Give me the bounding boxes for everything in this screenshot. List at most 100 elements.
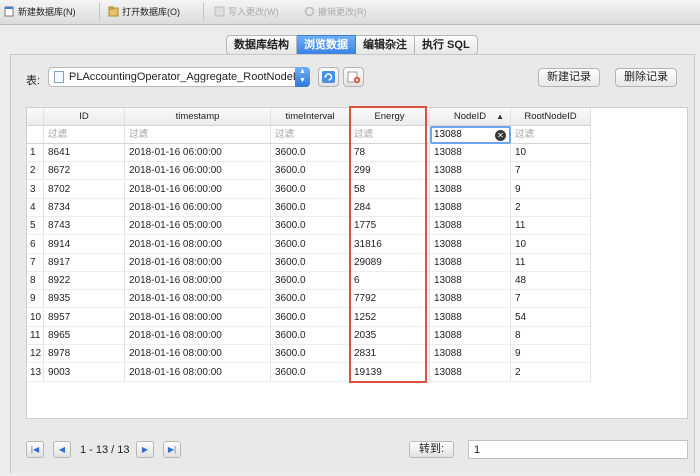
cell-id[interactable]: 8914 [44,235,125,254]
row-number[interactable]: 3 [27,180,44,199]
cell-rootnodeid[interactable]: 9 [511,345,591,364]
cell-timeinterval[interactable]: 3600.0 [271,180,350,199]
cell-nodeid[interactable]: 13088 [430,162,511,181]
table-row[interactable]: 7 8917 2018-01-16 08:00:00 3600.0 29089 13088… [27,253,687,272]
new-record-button[interactable]: 新建记录 [538,68,600,87]
column-header-timestamp[interactable]: timestamp [125,108,271,126]
table-row[interactable]: 9 8935 2018-01-16 08:00:00 3600.0 7792 13088 7 [27,290,687,309]
tab-edit-pragmas[interactable]: 编辑杂注 [356,35,415,55]
cell-timeinterval[interactable]: 3600.0 [271,345,350,364]
table-row[interactable]: 10 8957 2018-01-16 08:00:00 3600.0 1252 13088… [27,308,687,327]
cell-rootnodeid[interactable]: 11 [511,253,591,272]
cell-rootnodeid[interactable]: 10 [511,235,591,254]
cell-timeinterval[interactable]: 3600.0 [271,272,350,291]
cell-nodeid[interactable]: 13088 [430,272,511,291]
cell-energy[interactable]: 1775 [350,217,430,236]
cell-rootnodeid[interactable]: 8 [511,327,591,345]
cell-id[interactable]: 8702 [44,180,125,199]
table-row[interactable]: 3 8702 2018-01-16 06:00:00 3600.0 58 13088 9 [27,180,687,199]
cell-id[interactable]: 8957 [44,308,125,327]
last-page-button[interactable]: ▶| [163,441,181,458]
revert-changes-button[interactable]: 撤销更改(R) [304,4,367,20]
cell-id[interactable]: 8743 [44,217,125,236]
filter-nodeid[interactable]: 13088 ✕ [430,126,511,144]
table-row[interactable]: 4 8734 2018-01-16 06:00:00 3600.0 284 13088 2 [27,198,687,217]
tab-database-structure[interactable]: 数据库结构 [226,35,297,55]
table-row[interactable]: 8 8922 2018-01-16 08:00:00 3600.0 6 13088 48 [27,272,687,291]
row-number[interactable]: 11 [27,327,44,345]
cell-nodeid[interactable]: 13088 [430,253,511,272]
cell-rootnodeid[interactable]: 7 [511,162,591,181]
cell-id[interactable]: 8935 [44,290,125,309]
cell-energy[interactable]: 1252 [350,308,430,327]
row-number[interactable]: 1 [27,144,44,162]
next-page-button[interactable]: ▶ [136,441,154,458]
cell-timeinterval[interactable]: 3600.0 [271,198,350,217]
cell-timestamp[interactable]: 2018-01-16 08:00:00 [125,363,271,382]
table-row[interactable]: 5 8743 2018-01-16 05:00:00 3600.0 1775 13088 1… [27,217,687,236]
cell-energy[interactable]: 2831 [350,345,430,364]
cell-rootnodeid[interactable]: 2 [511,198,591,217]
cell-rootnodeid[interactable]: 10 [511,144,591,162]
column-header-timeinterval[interactable]: timeInterval [271,108,350,126]
filter-energy[interactable]: 过滤 [350,126,430,144]
cell-timeinterval[interactable]: 3600.0 [271,327,350,345]
row-number[interactable]: 6 [27,235,44,254]
row-number[interactable]: 13 [27,363,44,382]
cell-nodeid[interactable]: 13088 [430,198,511,217]
delete-record-button[interactable]: 删除记录 [615,68,677,87]
cell-timestamp[interactable]: 2018-01-16 08:00:00 [125,345,271,364]
cell-timeinterval[interactable]: 3600.0 [271,217,350,236]
write-changes-button[interactable]: 写入更改(W) [214,4,279,20]
table-row[interactable]: 2 8672 2018-01-16 06:00:00 3600.0 299 13088 7 [27,162,687,181]
cell-id[interactable]: 9003 [44,363,125,382]
cell-timestamp[interactable]: 2018-01-16 05:00:00 [125,217,271,236]
cell-timeinterval[interactable]: 3600.0 [271,235,350,254]
cell-nodeid[interactable]: 13088 [430,290,511,309]
cell-timestamp[interactable]: 2018-01-16 08:00:00 [125,253,271,272]
filter-timestamp[interactable]: 过滤 [125,126,271,144]
cell-rootnodeid[interactable]: 11 [511,217,591,236]
filter-id[interactable]: 过滤 [44,126,125,144]
cell-timestamp[interactable]: 2018-01-16 08:00:00 [125,308,271,327]
cell-nodeid[interactable]: 13088 [430,217,511,236]
goto-input[interactable] [468,440,688,459]
new-database-button[interactable]: 新建数据库(N) [4,4,76,20]
cell-timestamp[interactable]: 2018-01-16 06:00:00 [125,180,271,199]
row-number[interactable]: 4 [27,198,44,217]
cell-nodeid[interactable]: 13088 [430,308,511,327]
cell-timestamp[interactable]: 2018-01-16 06:00:00 [125,198,271,217]
table-row[interactable]: 6 8914 2018-01-16 08:00:00 3600.0 31816 13088… [27,235,687,254]
cell-timeinterval[interactable]: 3600.0 [271,162,350,181]
cell-timeinterval[interactable]: 3600.0 [271,363,350,382]
cell-id[interactable]: 8965 [44,327,125,345]
column-header-id[interactable]: ID [44,108,125,126]
refresh-button[interactable] [318,67,339,87]
row-number[interactable]: 2 [27,162,44,181]
filter-rootnodeid[interactable]: 过滤 [511,126,591,144]
cell-nodeid[interactable]: 13088 [430,180,511,199]
cell-timeinterval[interactable]: 3600.0 [271,144,350,162]
cell-nodeid[interactable]: 13088 [430,363,511,382]
cell-timestamp[interactable]: 2018-01-16 08:00:00 [125,327,271,345]
row-number[interactable]: 12 [27,345,44,364]
cell-nodeid[interactable]: 13088 [430,327,511,345]
column-header-energy[interactable]: Energy [350,108,430,126]
cell-timeinterval[interactable]: 3600.0 [271,290,350,309]
tab-execute-sql[interactable]: 执行 SQL [415,35,478,55]
column-header-nodeid[interactable]: NodeID ▲ [430,108,511,126]
first-page-button[interactable]: |◀ [26,441,44,458]
cell-id[interactable]: 8734 [44,198,125,217]
cell-timeinterval[interactable]: 3600.0 [271,308,350,327]
cell-timestamp[interactable]: 2018-01-16 08:00:00 [125,272,271,291]
cell-energy[interactable]: 6 [350,272,430,291]
column-header-rootnodeid[interactable]: RootNodeID [511,108,591,126]
row-number[interactable]: 7 [27,253,44,272]
row-number[interactable]: 8 [27,272,44,291]
open-database-button[interactable]: 打开数据库(O) [108,4,180,20]
cell-rootnodeid[interactable]: 9 [511,180,591,199]
cell-energy[interactable]: 299 [350,162,430,181]
cell-energy[interactable]: 7792 [350,290,430,309]
row-number[interactable]: 5 [27,217,44,236]
cell-rootnodeid[interactable]: 48 [511,272,591,291]
